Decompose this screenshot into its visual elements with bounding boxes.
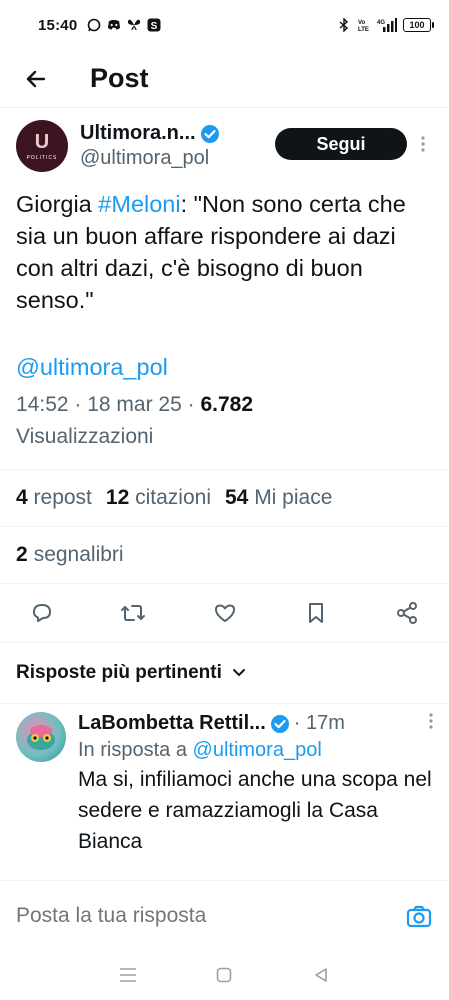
reply-avatar[interactable]: [16, 712, 66, 762]
volte-icon: Vo LTE: [357, 18, 371, 32]
svg-text:Vo: Vo: [358, 20, 366, 26]
reply-time: · 17m: [293, 712, 345, 734]
reply-icon[interactable]: [28, 599, 56, 627]
discord-icon: [107, 18, 121, 32]
compose-bar: [0, 880, 449, 950]
replies-header-label: Risposte più pertinenti: [16, 662, 222, 683]
reply-to-line: In risposta a @ultimora_pol: [78, 739, 322, 761]
page-title: Post: [90, 63, 149, 93]
repost-icon[interactable]: [119, 599, 147, 627]
more-options-icon[interactable]: [413, 128, 433, 160]
post-text: Giorgia #Meloni: "Non sono certa che sia…: [16, 191, 406, 313]
camera-icon[interactable]: [405, 902, 433, 930]
post-date: 18 mar 25: [87, 393, 182, 416]
more-options-icon[interactable]: [429, 713, 433, 734]
reply-item[interactable]: LaBombetta Rettil... · 17m In risposta a…: [16, 704, 433, 857]
menu-nav-icon[interactable]: [116, 963, 140, 987]
avatar-letter: U: [34, 130, 50, 153]
battery-icon: 100: [403, 18, 434, 32]
quotes-stat[interactable]: 12 citazioni: [106, 486, 211, 510]
likes-stat[interactable]: 54 Mi piace: [225, 486, 332, 510]
page-header: Post: [0, 50, 449, 108]
whatsapp-icon: [87, 18, 101, 32]
home-nav-icon[interactable]: [212, 963, 236, 987]
views-count: 6.782: [200, 393, 254, 416]
author-info: Ultimora.n... @ultimora_pol: [80, 122, 220, 170]
svg-text:4G: 4G: [377, 20, 385, 26]
butterfly-icon: [127, 18, 141, 32]
mention-link[interactable]: @ultimora_pol: [16, 354, 433, 381]
svg-text:LTE: LTE: [358, 27, 369, 32]
reply-author-name[interactable]: LaBombetta Rettil...: [78, 712, 266, 735]
signal-icon: 4G: [377, 18, 397, 32]
reposts-stat[interactable]: 4 repost: [16, 486, 92, 510]
share-icon[interactable]: [393, 599, 421, 627]
back-nav-icon[interactable]: [309, 963, 333, 987]
author-avatar[interactable]: U POLITICS: [16, 120, 68, 172]
chevron-down-icon: [232, 669, 245, 677]
follow-button[interactable]: Segui: [275, 128, 407, 160]
s-app-icon: S: [147, 18, 161, 32]
status-right: Vo LTE 4G 100: [337, 18, 434, 32]
main-post: U POLITICS Ultimora.n... @ultimora_pol S…: [0, 108, 449, 857]
reply-to-handle[interactable]: @ultimora_pol: [193, 739, 322, 761]
post-stats: 4 repost 12 citazioni 54 Mi piace: [16, 470, 433, 526]
back-button[interactable]: [18, 61, 54, 97]
reply-input[interactable]: [16, 903, 405, 928]
replies-sort-button[interactable]: Risposte più pertinenti: [16, 643, 433, 703]
author-row: U POLITICS Ultimora.n... @ultimora_pol S…: [16, 108, 433, 184]
avatar-subtext: POLITICS: [26, 154, 58, 161]
views-label: Visualizzazioni: [16, 425, 154, 448]
svg-text:S: S: [151, 21, 158, 32]
hashtag-link[interactable]: #Meloni: [98, 191, 180, 217]
author-name[interactable]: Ultimora.n...: [80, 122, 196, 145]
bookmark-icon[interactable]: [302, 599, 330, 627]
notification-icons: S: [87, 18, 161, 32]
post-meta: 14:52 · 18 mar 25 · 6.782 Visualizzazion…: [16, 393, 254, 448]
bluetooth-icon: [337, 18, 351, 32]
reply-text: Ma si, infiliamoci anche una scopa nel s…: [78, 768, 432, 853]
author-handle[interactable]: @ultimora_pol: [80, 147, 220, 170]
arrow-left-icon: [26, 70, 46, 87]
verified-badge-icon: [270, 714, 289, 733]
status-time: 15:40: [38, 16, 78, 34]
verified-badge-icon: [200, 124, 219, 143]
system-nav-bar: [0, 950, 449, 1000]
bookmarks-stat[interactable]: 2 segnalibri: [16, 527, 433, 583]
post-time: 14:52: [16, 393, 69, 416]
action-bar: [16, 584, 433, 642]
like-heart-icon[interactable]: [211, 599, 239, 627]
status-bar: 15:40 S Vo LTE 4G 100: [0, 0, 449, 50]
